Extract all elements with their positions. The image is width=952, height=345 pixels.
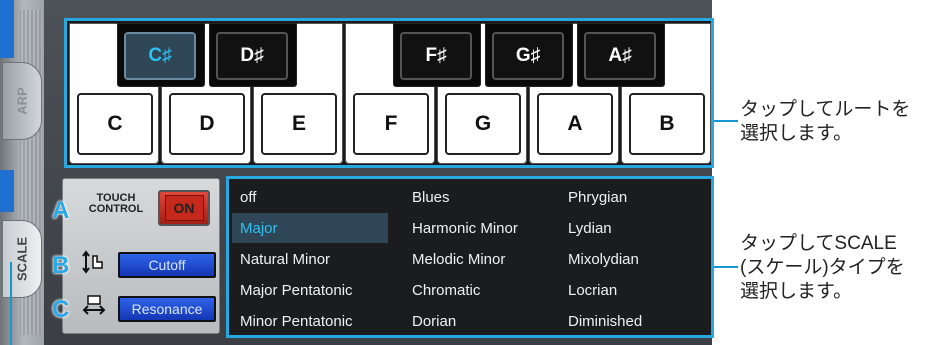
- key-label-f-sharp: F♯: [400, 32, 472, 80]
- vertical-drag-icon: [82, 250, 103, 274]
- key-label-a-sharp: A♯: [584, 32, 656, 80]
- key-label-d-sharp: D♯: [216, 32, 288, 80]
- black-key-f-sharp[interactable]: F♯: [393, 23, 481, 87]
- key-label-g: G: [445, 93, 521, 155]
- scale-callout-line3: 選択します。: [740, 281, 853, 302]
- scale-tab-callout-line: [10, 262, 12, 345]
- scale-callout-line2: (スケール)タイプを: [740, 257, 905, 278]
- key-label-g-sharp: G♯: [492, 32, 564, 80]
- scale-item-locrian[interactable]: Locrian: [560, 275, 708, 305]
- scale-item-lydian[interactable]: Lydian: [560, 213, 708, 243]
- scale-item-phrygian[interactable]: Phrygian: [560, 182, 708, 212]
- horizontal-drag-icon: [82, 295, 106, 315]
- scale-item-major-pentatonic[interactable]: Major Pentatonic: [232, 275, 388, 305]
- black-key-d-sharp[interactable]: D♯: [209, 23, 297, 87]
- black-key-a-sharp[interactable]: A♯: [577, 23, 665, 87]
- key-label-d: D: [169, 93, 245, 155]
- tab-arp-label: ARP: [14, 87, 30, 115]
- root-callout-text: タップしてルートを 選択します。: [740, 98, 950, 146]
- scale-item-mixolydian[interactable]: Mixolydian: [560, 244, 708, 274]
- key-label-a: A: [537, 93, 613, 155]
- touch-control-title: TOUCH CONTROL: [86, 193, 146, 215]
- scale-item-melodic-minor[interactable]: Melodic Minor: [404, 244, 554, 274]
- scale-item-harmonic-minor[interactable]: Harmonic Minor: [404, 213, 554, 243]
- root-callout-line: [714, 120, 738, 122]
- key-label-c: C: [77, 93, 153, 155]
- cutoff-button[interactable]: Cutoff: [118, 252, 216, 278]
- side-accent-bottom: [0, 170, 14, 212]
- scale-type-list: off Major Natural Minor Major Pentatonic…: [226, 176, 714, 338]
- scale-callout-text: タップしてSCALE (スケール)タイプを 選択します。: [740, 232, 950, 304]
- marker-c: C: [52, 296, 70, 323]
- key-label-f: F: [353, 93, 429, 155]
- black-key-c-sharp[interactable]: C♯: [117, 23, 205, 87]
- resonance-button[interactable]: Resonance: [118, 296, 216, 322]
- marker-b: B: [52, 252, 70, 279]
- touch-control-title-line2: CONTROL: [88, 203, 144, 215]
- scale-item-blues[interactable]: Blues: [404, 182, 554, 212]
- scale-item-major[interactable]: Major: [232, 213, 388, 243]
- key-label-e: E: [261, 93, 337, 155]
- on-button-label: ON: [164, 195, 204, 221]
- key-label-c-sharp: C♯: [124, 32, 196, 80]
- marker-a: A: [52, 197, 70, 224]
- scale-item-chromatic[interactable]: Chromatic: [404, 275, 554, 305]
- scale-item-dorian[interactable]: Dorian: [404, 306, 554, 336]
- touch-control-on-button[interactable]: ON: [158, 190, 210, 226]
- tab-arp[interactable]: ARP: [2, 62, 42, 140]
- black-key-g-sharp[interactable]: G♯: [485, 23, 573, 87]
- root-callout-line1: タップしてルートを: [740, 99, 911, 120]
- scale-callout-line1: タップしてSCALE: [740, 233, 897, 254]
- root-keyboard: C D E F G A B C♯ D♯ F♯ G♯ A♯: [64, 18, 714, 168]
- side-accent-top: [0, 0, 14, 58]
- scale-item-minor-pentatonic[interactable]: Minor Pentatonic: [232, 306, 388, 336]
- key-label-b: B: [629, 93, 705, 155]
- tab-scale[interactable]: SCALE: [2, 220, 42, 298]
- scale-callout-line: [714, 266, 738, 268]
- root-callout-line2: 選択します。: [740, 123, 853, 144]
- scale-item-natural-minor[interactable]: Natural Minor: [232, 244, 388, 274]
- scale-item-diminished[interactable]: Diminished: [560, 306, 708, 336]
- tab-scale-label: SCALE: [14, 236, 30, 282]
- scale-item-off[interactable]: off: [232, 182, 388, 212]
